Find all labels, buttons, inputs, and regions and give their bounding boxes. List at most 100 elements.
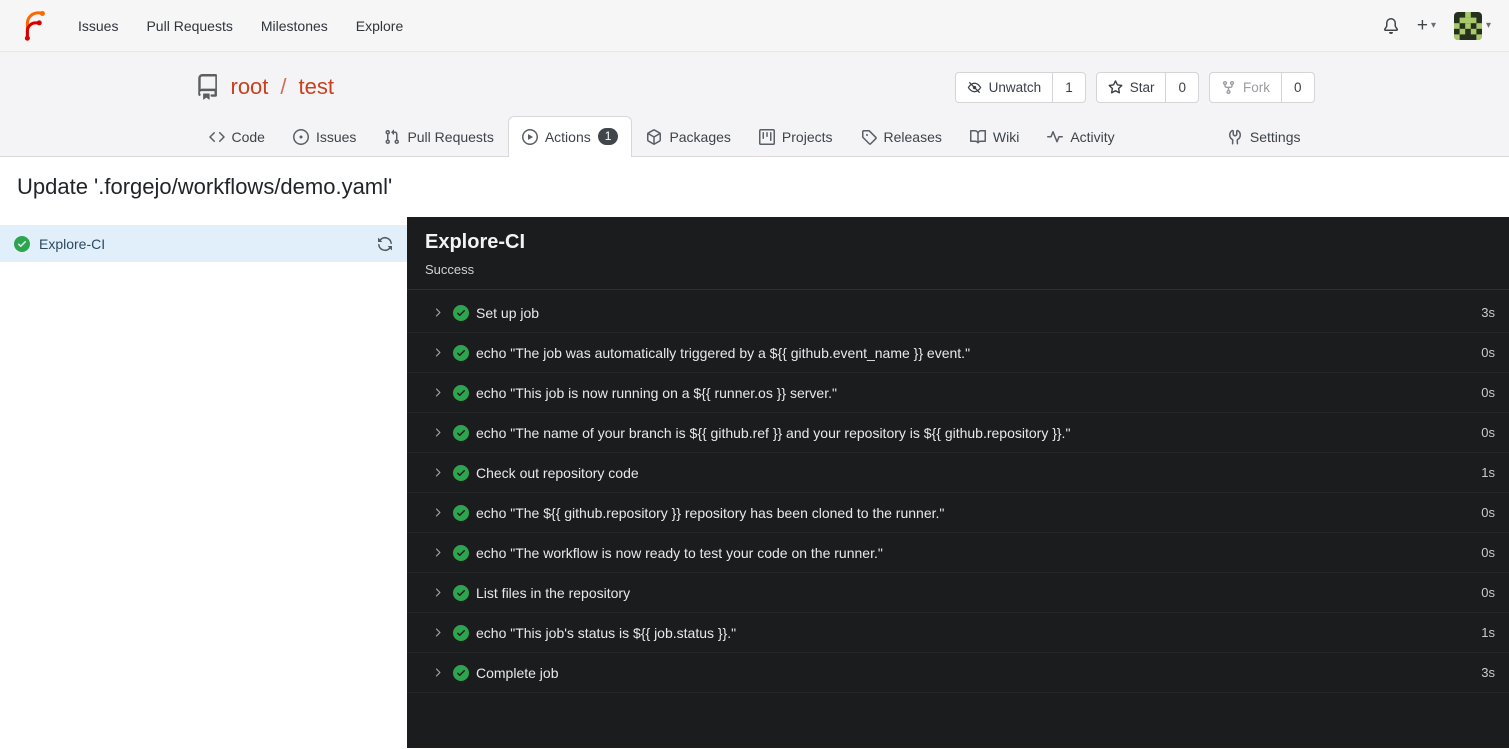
forgejo-logo-icon[interactable]	[18, 10, 48, 41]
tab-label: Code	[231, 129, 265, 145]
tab-releases[interactable]: Releases	[847, 117, 956, 156]
chevron-right-icon	[431, 426, 444, 439]
step-row[interactable]: echo "The workflow is now ready to test …	[407, 533, 1509, 573]
actions-count-badge: 1	[597, 128, 619, 145]
navbar-right: + ▾ ▾	[1383, 11, 1491, 40]
pull-request-icon	[384, 129, 400, 145]
check-circle-icon	[453, 584, 469, 601]
step-name: Set up job	[476, 304, 540, 321]
chevron-right-icon	[431, 666, 444, 679]
navbar-link[interactable]: Milestones	[247, 10, 342, 42]
step-duration: 1s	[1481, 465, 1495, 480]
step-duration: 3s	[1481, 665, 1495, 680]
step-row[interactable]: Complete job 3s	[407, 653, 1509, 693]
run-title: Update '.forgejo/workflows/demo.yaml'	[17, 174, 393, 199]
plus-icon: +	[1416, 15, 1428, 36]
top-navbar: Issues Pull Requests Milestones Explore …	[0, 0, 1509, 52]
play-circle-icon	[521, 128, 538, 145]
tab-label: Activity	[1070, 129, 1115, 145]
create-new-button[interactable]: + ▾	[1417, 16, 1436, 35]
tab-label: Packages	[669, 129, 731, 145]
tab-actions[interactable]: Actions 1	[507, 116, 633, 157]
navbar-link[interactable]: Issues	[64, 10, 132, 42]
check-circle-icon	[453, 344, 469, 361]
repo-header: root / test Unwatch 1 Star 0 Fork 0 Code…	[0, 52, 1509, 157]
check-circle-icon	[453, 544, 469, 561]
tab-pull-requests[interactable]: Pull Requests	[370, 117, 507, 156]
jobs-sidebar: Explore-CI	[0, 217, 407, 748]
package-icon	[646, 129, 662, 145]
step-name: List files in the repository	[476, 584, 631, 601]
step-duration: 0s	[1481, 585, 1495, 600]
check-circle-icon	[453, 424, 469, 441]
watchers-count[interactable]: 1	[1052, 72, 1085, 102]
step-name: Complete job	[476, 664, 559, 681]
user-avatar	[1453, 11, 1482, 40]
forks-count[interactable]: 0	[1280, 72, 1314, 102]
navbar-link[interactable]: Explore	[342, 10, 417, 42]
fork-icon	[1221, 80, 1236, 95]
star-button[interactable]: Star	[1097, 73, 1166, 102]
step-name: Check out repository code	[476, 464, 639, 481]
step-row[interactable]: echo "This job's status is ${{ job.statu…	[407, 613, 1509, 653]
repo-name-link[interactable]: test	[299, 74, 334, 100]
issue-icon	[292, 129, 309, 145]
step-row[interactable]: Set up job 3s	[407, 293, 1509, 333]
step-row[interactable]: echo "The job was automatically triggere…	[407, 333, 1509, 373]
chevron-right-icon	[431, 466, 444, 479]
tab-code[interactable]: Code	[195, 117, 279, 156]
repo-action-buttons: Unwatch 1 Star 0 Fork 0	[954, 71, 1315, 103]
step-duration: 0s	[1481, 505, 1495, 520]
step-row[interactable]: echo "The ${{ github.repository }} repos…	[407, 493, 1509, 533]
tab-activity[interactable]: Activity	[1033, 117, 1128, 156]
tab-projects[interactable]: Projects	[745, 117, 847, 156]
job-title: Explore-CI	[425, 231, 526, 253]
repo-icon	[195, 74, 221, 100]
tab-packages[interactable]: Packages	[632, 117, 744, 156]
check-circle-icon	[453, 664, 469, 681]
repo-tabs: Code Issues Pull Requests Actions 1 Pack…	[195, 116, 1315, 157]
check-circle-icon	[453, 624, 469, 641]
job-log-header: Explore-CI Success	[407, 217, 1509, 290]
user-menu-button[interactable]: ▾	[1453, 11, 1491, 40]
check-circle-icon	[14, 235, 30, 252]
tools-icon	[1227, 129, 1243, 145]
tab-issues[interactable]: Issues	[279, 117, 370, 156]
tab-wiki[interactable]: Wiki	[956, 117, 1033, 156]
step-row[interactable]: List files in the repository 0s	[407, 573, 1509, 613]
fork-button[interactable]: Fork	[1210, 73, 1281, 102]
job-log-panel: Explore-CI Success Set up job 3s echo "T…	[407, 217, 1509, 748]
step-row[interactable]: echo "This job is now running on a ${{ r…	[407, 373, 1509, 413]
eye-off-icon	[967, 80, 982, 95]
steps-list: Set up job 3s echo "The job was automati…	[407, 290, 1509, 693]
refresh-icon[interactable]	[377, 236, 393, 252]
step-name: echo "This job is now running on a ${{ r…	[476, 384, 837, 401]
run-title-bar: Update '.forgejo/workflows/demo.yaml'	[0, 157, 1509, 217]
check-circle-icon	[453, 504, 469, 521]
step-name: echo "The ${{ github.repository }} repos…	[476, 504, 945, 521]
navbar-links: Issues Pull Requests Milestones Explore	[64, 10, 417, 42]
step-name: echo "The workflow is now ready to test …	[476, 544, 883, 561]
tab-label: Releases	[883, 129, 942, 145]
step-name: echo "The job was automatically triggere…	[476, 344, 971, 361]
unwatch-label: Unwatch	[988, 79, 1042, 95]
navbar-link[interactable]: Pull Requests	[132, 10, 246, 42]
repo-owner-link[interactable]: root	[231, 74, 269, 100]
notifications-button[interactable]	[1383, 17, 1399, 34]
fork-label: Fork	[1242, 79, 1270, 95]
step-row[interactable]: echo "The name of your branch is ${{ git…	[407, 413, 1509, 453]
step-row[interactable]: Check out repository code 1s	[407, 453, 1509, 493]
check-circle-icon	[453, 464, 469, 481]
chevron-right-icon	[431, 346, 444, 359]
tab-settings[interactable]: Settings	[1213, 117, 1315, 156]
job-item-explore-ci[interactable]: Explore-CI	[0, 225, 407, 262]
step-duration: 0s	[1481, 425, 1495, 440]
chevron-right-icon	[431, 586, 444, 599]
tab-label: Actions	[544, 128, 591, 145]
unwatch-button[interactable]: Unwatch	[956, 73, 1053, 102]
tab-label: Wiki	[992, 129, 1020, 145]
tab-label: Projects	[781, 129, 833, 145]
step-duration: 0s	[1481, 385, 1495, 400]
check-circle-icon	[453, 304, 469, 321]
stars-count[interactable]: 0	[1165, 72, 1198, 102]
